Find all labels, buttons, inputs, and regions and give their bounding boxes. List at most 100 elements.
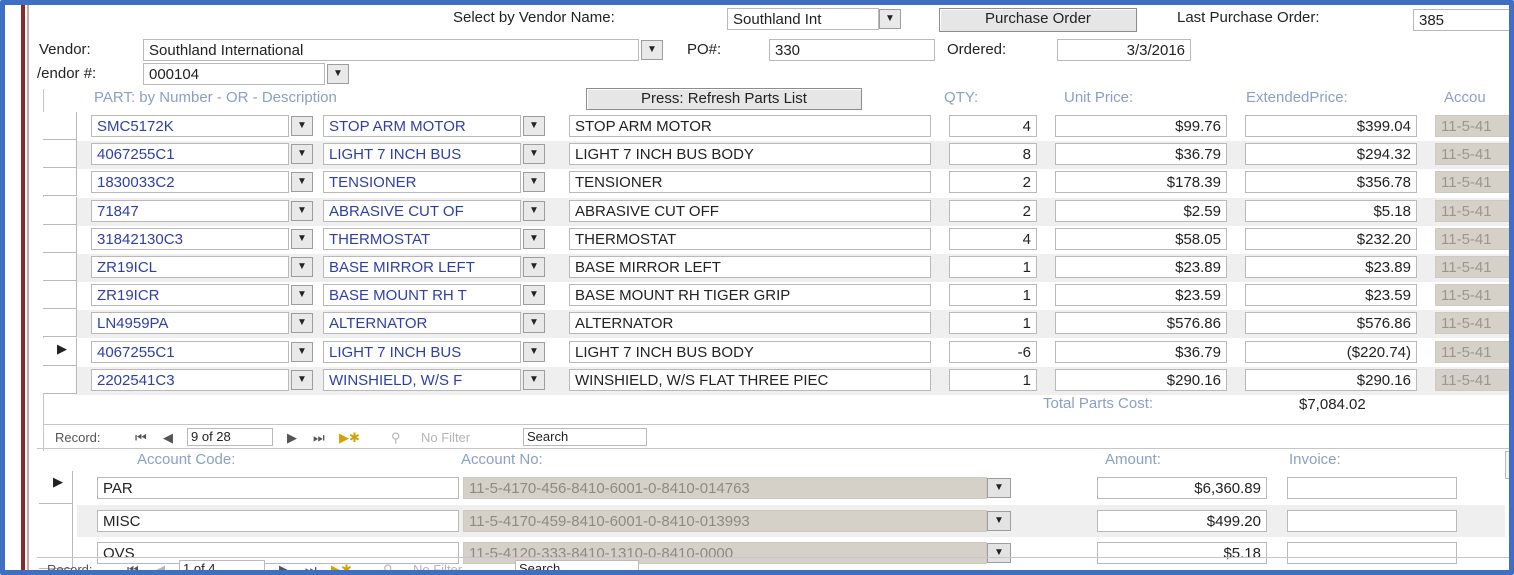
po-number-field[interactable]: 330 — [769, 39, 935, 61]
record-selector[interactable] — [39, 504, 73, 537]
qty-field[interactable]: 1 — [949, 369, 1037, 391]
part-description-field[interactable]: ALTERNATOR — [569, 312, 931, 334]
prev-record-icon[interactable]: ◀ — [155, 562, 165, 570]
account-no-combo[interactable]: 11-5-4170-459-8410-6001-0-8410-013993 — [463, 510, 987, 532]
part-description-combo[interactable]: BASE MIRROR LEFT — [323, 256, 521, 278]
qty-field[interactable]: -6 — [949, 341, 1037, 363]
chevron-down-icon[interactable]: ▼ — [291, 144, 313, 164]
chevron-down-icon[interactable]: ▼ — [987, 478, 1011, 498]
ordered-date-field[interactable]: 3/3/2016 — [1057, 39, 1191, 61]
chevron-down-icon[interactable]: ▼ — [291, 116, 313, 136]
unit-price-field[interactable]: $23.59 — [1055, 284, 1227, 306]
qty-field[interactable]: 1 — [949, 284, 1037, 306]
chevron-down-icon[interactable]: ▼ — [523, 172, 545, 192]
qty-field[interactable]: 8 — [949, 143, 1037, 165]
account-code-field[interactable]: MISC — [97, 510, 459, 532]
qty-field[interactable]: 1 — [949, 256, 1037, 278]
part-description-field[interactable]: TENSIONER — [569, 171, 931, 193]
last-po-field[interactable]: 385 — [1413, 9, 1509, 31]
unit-price-field[interactable]: $36.79 — [1055, 143, 1227, 165]
unit-price-field[interactable]: $576.86 — [1055, 312, 1227, 334]
accounts-scrollbar[interactable] — [1505, 451, 1509, 479]
chevron-down-icon[interactable]: ▼ — [879, 9, 901, 29]
chevron-down-icon[interactable]: ▼ — [291, 313, 313, 333]
record-position-field[interactable]: 1 of 4 — [179, 560, 265, 570]
vendor-combo[interactable]: Southland International — [143, 39, 639, 61]
amount-field[interactable]: $5.18 — [1097, 542, 1267, 564]
part-description-combo[interactable]: LIGHT 7 INCH BUS — [323, 143, 521, 165]
part-description-combo[interactable]: WINSHIELD, W/S F — [323, 369, 521, 391]
invoice-field[interactable] — [1287, 510, 1457, 532]
part-description-field[interactable]: STOP ARM MOTOR — [569, 115, 931, 137]
record-selector[interactable] — [43, 253, 77, 281]
select-vendor-combo[interactable]: Southland Int — [727, 8, 879, 30]
chevron-down-icon[interactable]: ▼ — [523, 313, 545, 333]
account-code-field[interactable]: PAR — [97, 477, 459, 499]
search-box[interactable]: Search — [523, 428, 647, 446]
no-filter-label[interactable]: No Filter — [413, 562, 462, 570]
no-filter-label[interactable]: No Filter — [421, 430, 470, 445]
chevron-down-icon[interactable]: ▼ — [291, 172, 313, 192]
first-record-icon[interactable]: ⏮ — [127, 562, 139, 570]
chevron-down-icon[interactable]: ▼ — [523, 144, 545, 164]
part-description-field[interactable]: LIGHT 7 INCH BUS BODY — [569, 341, 931, 363]
chevron-down-icon[interactable]: ▼ — [987, 543, 1011, 563]
chevron-down-icon[interactable]: ▼ — [291, 201, 313, 221]
qty-field[interactable]: 2 — [949, 171, 1037, 193]
unit-price-field[interactable]: $2.59 — [1055, 200, 1227, 222]
unit-price-field[interactable]: $178.39 — [1055, 171, 1227, 193]
qty-field[interactable]: 4 — [949, 228, 1037, 250]
filter-icon[interactable]: ⚲ — [391, 430, 401, 446]
chevron-down-icon[interactable]: ▼ — [523, 229, 545, 249]
invoice-field[interactable] — [1287, 542, 1457, 564]
part-description-field[interactable]: LIGHT 7 INCH BUS BODY — [569, 143, 931, 165]
amount-field[interactable]: $6,360.89 — [1097, 477, 1267, 499]
chevron-down-icon[interactable]: ▼ — [291, 257, 313, 277]
amount-field[interactable]: $499.20 — [1097, 510, 1267, 532]
part-description-combo[interactable]: BASE MOUNT RH T — [323, 284, 521, 306]
invoice-field[interactable] — [1287, 477, 1457, 499]
record-selector[interactable] — [43, 168, 77, 196]
part-number-combo[interactable]: 71847 — [91, 200, 289, 222]
new-record-icon[interactable]: ▶✱ — [331, 562, 352, 570]
last-record-icon[interactable]: ⏭ — [313, 430, 325, 446]
prev-record-icon[interactable]: ◀ — [163, 430, 173, 446]
qty-field[interactable]: 2 — [949, 200, 1037, 222]
qty-field[interactable]: 1 — [949, 312, 1037, 334]
part-number-combo[interactable]: 4067255C1 — [91, 341, 289, 363]
chevron-down-icon[interactable]: ▼ — [523, 370, 545, 390]
part-description-combo[interactable]: STOP ARM MOTOR — [323, 115, 521, 137]
record-selector[interactable] — [43, 225, 77, 253]
record-position-field[interactable]: 9 of 28 — [187, 428, 273, 446]
unit-price-field[interactable]: $23.89 — [1055, 256, 1227, 278]
part-number-combo[interactable]: ZR19ICR — [91, 284, 289, 306]
unit-price-field[interactable]: $290.16 — [1055, 369, 1227, 391]
record-selector[interactable]: ▶ — [39, 471, 73, 504]
chevron-down-icon[interactable]: ▼ — [987, 511, 1011, 531]
record-selector[interactable] — [43, 309, 77, 337]
refresh-parts-button[interactable]: Press: Refresh Parts List — [586, 88, 862, 110]
chevron-down-icon[interactable]: ▼ — [523, 257, 545, 277]
unit-price-field[interactable]: $99.76 — [1055, 115, 1227, 137]
record-selector[interactable]: ▶ — [43, 338, 77, 366]
chevron-down-icon[interactable]: ▼ — [291, 285, 313, 305]
unit-price-field[interactable]: $36.79 — [1055, 341, 1227, 363]
part-description-field[interactable]: BASE MIRROR LEFT — [569, 256, 931, 278]
chevron-down-icon[interactable]: ▼ — [641, 40, 663, 60]
search-box[interactable]: Search — [515, 560, 639, 570]
part-number-combo[interactable]: 2202541C3 — [91, 369, 289, 391]
last-record-icon[interactable]: ⏭ — [305, 562, 317, 570]
chevron-down-icon[interactable]: ▼ — [291, 370, 313, 390]
part-description-combo[interactable]: ABRASIVE CUT OF — [323, 200, 521, 222]
unit-price-field[interactable]: $58.05 — [1055, 228, 1227, 250]
part-description-combo[interactable]: TENSIONER — [323, 171, 521, 193]
account-no-combo[interactable]: 11-5-4170-456-8410-6001-0-8410-014763 — [463, 477, 987, 499]
record-selector[interactable] — [43, 112, 77, 140]
record-selector[interactable] — [43, 197, 77, 225]
first-record-icon[interactable]: ⏮ — [135, 430, 147, 446]
next-record-icon[interactable]: ▶ — [287, 430, 297, 446]
part-number-combo[interactable]: 4067255C1 — [91, 143, 289, 165]
part-number-combo[interactable]: SMC5172K — [91, 115, 289, 137]
part-description-combo[interactable]: ALTERNATOR — [323, 312, 521, 334]
chevron-down-icon[interactable]: ▼ — [291, 229, 313, 249]
